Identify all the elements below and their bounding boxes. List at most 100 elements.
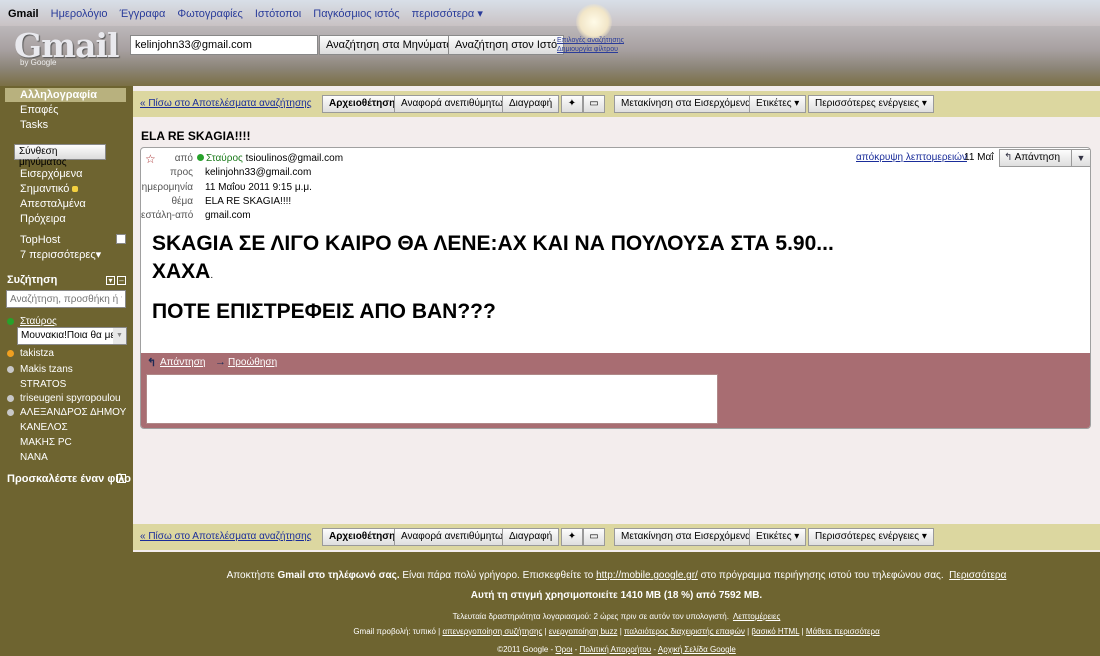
footer: Αποκτήστε Gmail στο τηλέφωνό σας. Είναι … bbox=[133, 552, 1100, 656]
sidebar-more-labels[interactable]: 7 περισσότερες▾ bbox=[20, 248, 101, 261]
reply-button-label: Απάντηση bbox=[1014, 152, 1061, 163]
contact-item[interactable]: takistza bbox=[20, 348, 54, 359]
search-input[interactable] bbox=[130, 35, 318, 55]
reply-dropdown-icon[interactable]: ▼ bbox=[1071, 149, 1090, 167]
search-options-link[interactable]: Επιλογές αναζήτησης bbox=[557, 36, 624, 45]
report-spam-button[interactable]: Αναφορά ανεπιθύμητων bbox=[394, 95, 515, 113]
mobile-promo: Αποκτήστε Gmail στο τηλέφωνό σας. Είναι … bbox=[133, 570, 1100, 581]
from-label: από bbox=[174, 153, 193, 164]
move-inbox-button[interactable]: Μετακίνηση στα Εισερχόμενα bbox=[614, 95, 758, 113]
subject-value: ELA RE SKAGIA!!!! bbox=[205, 196, 292, 207]
back-to-results-link[interactable]: « Πίσω στο Αποτελέσματα αναζήτησης bbox=[140, 531, 312, 542]
subject-label: θέμα bbox=[171, 196, 193, 207]
status-dropdown-icon[interactable]: ▼ bbox=[113, 328, 126, 344]
nav-calendar[interactable]: Ημερολόγιο bbox=[51, 8, 108, 20]
report-spam-button[interactable]: Αναφορά ανεπιθύμητων bbox=[394, 528, 515, 546]
back-to-results-link[interactable]: « Πίσω στο Αποτελέσματα αναζήτησης bbox=[140, 98, 312, 109]
contact-item[interactable]: ΜΑΚΗΣ PC bbox=[20, 437, 72, 448]
offline-status-icon bbox=[7, 395, 14, 402]
sidebar-tasks[interactable]: Tasks bbox=[20, 119, 48, 131]
contact-item[interactable]: NANA bbox=[20, 452, 48, 463]
chat-search-input[interactable] bbox=[6, 290, 126, 308]
nav-web[interactable]: Παγκόσμιος ιστός bbox=[313, 8, 399, 20]
more-actions-button[interactable]: Περισσότερες ενέργειες ▾ bbox=[808, 95, 934, 113]
disable-conversation-link[interactable]: απενεργοποίηση συζήτησης bbox=[442, 627, 542, 636]
more-link[interactable]: Περισσότερα bbox=[949, 570, 1006, 581]
labels-button[interactable]: Ετικέτες ▾ bbox=[749, 528, 807, 546]
create-filter-link[interactable]: Δημιουργία φίλτρου bbox=[557, 45, 624, 54]
message-short-date: 11 Μαΐ bbox=[964, 152, 994, 163]
learn-more-link[interactable]: Μάθετε περισσότερα bbox=[806, 627, 880, 636]
terms-link[interactable]: Όροι bbox=[555, 645, 572, 654]
sender-name[interactable]: Σταύρος bbox=[206, 153, 243, 164]
google-home-link[interactable]: Αρχική Σελίδα Google bbox=[658, 645, 736, 654]
sidebar-label-tophost[interactable]: TopHost bbox=[20, 234, 60, 246]
hide-details-link[interactable]: απόκρυψη λεπτομερειών bbox=[856, 152, 967, 163]
sidebar-item-inbox[interactable]: Εισερχόμενα bbox=[20, 168, 82, 180]
mark-important-icon[interactable]: ✦ bbox=[561, 95, 583, 113]
old-contacts-link[interactable]: παλαιότερος διαχειριστής επαφών bbox=[624, 627, 745, 636]
logo-subtitle: by Google bbox=[20, 58, 57, 67]
privacy-link[interactable]: Πολιτική Απορρήτου bbox=[580, 645, 652, 654]
sender-email: tsioulinos@gmail.com bbox=[245, 153, 344, 164]
chat-options-icon[interactable]: ▾ bbox=[106, 276, 115, 285]
mobile-url-link[interactable]: http://mobile.google.gr/ bbox=[596, 570, 698, 581]
sidebar-item-sent[interactable]: Απεσταλμένα bbox=[20, 198, 86, 210]
forward-link[interactable]: Προώθηση bbox=[228, 357, 277, 368]
contact-item[interactable]: ΑΛΕΞΑΝΔΡΟΣ ΔΗΜΟΥ bbox=[20, 407, 126, 418]
offline-status-icon bbox=[7, 366, 14, 373]
important-marker-icon bbox=[72, 186, 79, 192]
contact-item[interactable]: STRATOS bbox=[20, 379, 66, 390]
sidebar-contacts[interactable]: Επαφές bbox=[20, 104, 58, 116]
label-color-box[interactable] bbox=[116, 234, 126, 244]
self-name[interactable]: Σταύρος bbox=[20, 316, 57, 327]
main-pane: « Πίσω στο Αποτελέσματα αναζήτησης Αρχει… bbox=[133, 86, 1100, 552]
body-line: SKAGIA ΣΕ ΛΙΓΟ ΚΑΙΡΟ ΘΑ ΛΕΝΕ:ΑΧ ΚΑΙ ΝΑ Π… bbox=[152, 232, 834, 255]
mark-important-icon[interactable]: ✦ bbox=[561, 528, 583, 546]
search-mail-button[interactable]: Αναζήτηση στα Μηνύματα bbox=[319, 35, 460, 55]
sidebar-mail[interactable]: Αλληλογραφία bbox=[20, 89, 97, 101]
more-actions-button[interactable]: Περισσότερες ενέργειες ▾ bbox=[808, 528, 934, 546]
mark-not-important-icon[interactable]: ▭ bbox=[583, 528, 605, 546]
contact-item[interactable]: ΚΑΝΕΛΟΣ bbox=[20, 422, 68, 433]
nav-more[interactable]: περισσότερα ▾ bbox=[412, 8, 483, 20]
reply-link[interactable]: Απάντηση bbox=[160, 357, 205, 368]
date-value: 11 Μαΐου 2011 9:15 μ.μ. bbox=[205, 182, 312, 193]
move-inbox-button[interactable]: Μετακίνηση στα Εισερχόμενα bbox=[614, 528, 758, 546]
sidebar-item-important[interactable]: Σημαντικό bbox=[20, 183, 79, 195]
invite-expand-icon[interactable]: + bbox=[117, 474, 126, 483]
details-link[interactable]: Λεπτομέρειες bbox=[733, 612, 780, 621]
mark-not-important-icon[interactable]: ▭ bbox=[583, 95, 605, 113]
labels-button[interactable]: Ετικέτες ▾ bbox=[749, 95, 807, 113]
sidebar-item-drafts[interactable]: Πρόχειρα bbox=[20, 213, 66, 225]
compose-button[interactable]: Σύνθεση μηνύματος bbox=[14, 144, 106, 168]
reply-button[interactable]: ↰ Απάντηση bbox=[999, 149, 1072, 167]
nav-gmail[interactable]: Gmail bbox=[8, 8, 39, 20]
search-web-button[interactable]: Αναζήτηση στον Ιστό bbox=[448, 35, 565, 55]
contact-item[interactable]: triseugeni spyropoulou bbox=[20, 393, 121, 404]
enable-buzz-link[interactable]: ενεργοποίηση buzz bbox=[549, 627, 618, 636]
to-label: προς bbox=[170, 167, 193, 178]
delete-button[interactable]: Διαγραφή bbox=[502, 528, 560, 546]
mobile-promo-mid: Είναι πάρα πολύ γρήγορο. Επισκεφθείτε το bbox=[402, 570, 594, 581]
archive-button[interactable]: Αρχειοθέτηση bbox=[322, 95, 403, 113]
nav-photos[interactable]: Φωτογραφίες bbox=[177, 8, 242, 20]
mailedby-label: εστάλη-από bbox=[141, 210, 194, 221]
nav-sites[interactable]: Ιστότοποι bbox=[255, 8, 301, 20]
bottom-toolbar: « Πίσω στο Αποτελέσματα αναζήτησης Αρχει… bbox=[133, 524, 1100, 550]
from-field: Σταύρος tsioulinos@gmail.com bbox=[206, 153, 343, 164]
archive-button[interactable]: Αρχειοθέτηση bbox=[322, 528, 403, 546]
reply-arrow-icon: ↰ bbox=[1004, 152, 1013, 163]
basic-html-link[interactable]: βασικό HTML bbox=[751, 627, 799, 636]
quick-reply-textbox[interactable] bbox=[146, 374, 718, 424]
top-toolbar: « Πίσω στο Αποτελέσματα αναζήτησης Αρχει… bbox=[133, 91, 1100, 117]
chat-minimize-icon[interactable]: – bbox=[117, 276, 126, 285]
last-activity: Τελευταία δραστηριότητα λογαριασμού: 2 ώ… bbox=[133, 612, 1100, 621]
delete-button[interactable]: Διαγραφή bbox=[502, 95, 560, 113]
copyright: ©2011 Google - Όροι - Πολιτική Απορρήτου… bbox=[497, 645, 736, 654]
nav-documents[interactable]: Έγγραφα bbox=[120, 8, 166, 20]
invite-friend[interactable]: Προσκαλέστε έναν φίλο bbox=[7, 473, 131, 485]
status-message-field[interactable]: Μουνακια!Ποια θα με bbox=[17, 327, 127, 345]
contact-item[interactable]: Makis tzans bbox=[20, 364, 73, 375]
forward-arrow-icon: → bbox=[215, 356, 226, 368]
